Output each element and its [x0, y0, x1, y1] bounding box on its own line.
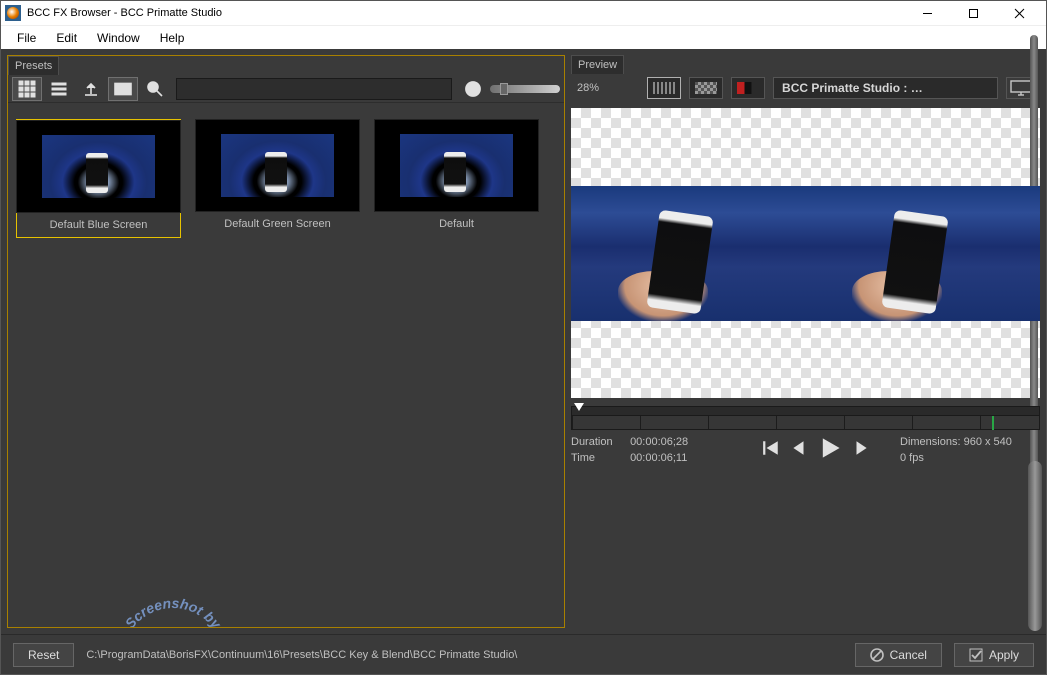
- transport-controls: [762, 436, 870, 460]
- preview-viewport[interactable]: [571, 108, 1040, 398]
- main-area: Presets: [1, 49, 1046, 634]
- duration-value: 00:00:06;28: [630, 436, 688, 448]
- presets-capture-button[interactable]: [108, 77, 138, 101]
- app-window: BCC FX Browser - BCC Primatte Studio Fil…: [0, 0, 1047, 675]
- preset-item[interactable]: Default Green Screen: [195, 119, 360, 238]
- preview-timeline: Duration 00:00:06;28 Time 00:00:06;11 Di…: [571, 406, 1040, 464]
- preview-info-row: Duration 00:00:06;28 Time 00:00:06;11 Di…: [571, 436, 1040, 464]
- preview-mode-split-button[interactable]: [731, 77, 765, 99]
- bottom-bar: Reset C:\ProgramData\BorisFX\Continuum\1…: [1, 634, 1046, 674]
- preset-thumbnail: [16, 120, 181, 213]
- presets-folder-up-button[interactable]: [76, 77, 106, 101]
- step-forward-button[interactable]: [852, 439, 870, 457]
- time-ruler[interactable]: [571, 416, 1040, 430]
- preview-effect-name[interactable]: BCC Primatte Studio : …: [773, 77, 998, 99]
- presets-panel: Presets: [7, 55, 565, 628]
- preset-label: Default: [435, 212, 478, 236]
- preview-clip: [571, 186, 806, 321]
- preview-mode-original-button[interactable]: [647, 77, 681, 99]
- preview-panel: Preview 28% BCC Primatte Studio : …: [571, 55, 1040, 628]
- step-back-button[interactable]: [790, 439, 808, 457]
- dimensions-value: Dimensions: 960 x 540: [900, 436, 1040, 448]
- preview-header: Preview: [571, 55, 624, 74]
- app-icon: [5, 5, 21, 21]
- presets-search-input[interactable]: [176, 78, 452, 100]
- preset-thumbnail: [195, 119, 360, 212]
- current-time-marker: [992, 416, 994, 430]
- presets-thumbnail-size-slider[interactable]: [490, 85, 560, 93]
- reset-button[interactable]: Reset: [13, 643, 74, 667]
- presets-header: Presets: [8, 56, 59, 75]
- preset-label: Default Green Screen: [220, 212, 334, 236]
- preset-thumbnail: [374, 119, 539, 212]
- preview-clip: [806, 186, 1041, 321]
- preview-before: [571, 108, 806, 398]
- preset-label: Default Blue Screen: [46, 213, 152, 237]
- presets-view-grid-button[interactable]: [12, 77, 42, 101]
- presets-clear-cancel-icon[interactable]: [458, 77, 488, 101]
- menubar: File Edit Window Help: [1, 25, 1046, 49]
- preview-after: [806, 108, 1041, 398]
- titlebar: BCC FX Browser - BCC Primatte Studio: [1, 1, 1046, 25]
- menu-file[interactable]: File: [7, 28, 46, 48]
- window-controls: [904, 1, 1042, 25]
- cancel-button[interactable]: Cancel: [855, 643, 942, 667]
- time-value: 00:00:06;11: [630, 452, 687, 464]
- menu-help[interactable]: Help: [150, 28, 195, 48]
- go-to-start-button[interactable]: [762, 439, 780, 457]
- minimize-button[interactable]: [904, 1, 950, 25]
- presets-grid: Default Blue Screen Default Green Screen…: [8, 103, 564, 627]
- menu-edit[interactable]: Edit: [46, 28, 87, 48]
- preview-time-info: Duration 00:00:06;28 Time 00:00:06;11: [571, 436, 731, 464]
- preview-dim-info: Dimensions: 960 x 540 0 fps: [900, 436, 1040, 464]
- menu-window[interactable]: Window: [87, 28, 150, 48]
- fps-value: 0 fps: [900, 452, 1040, 464]
- seek-bar[interactable]: [571, 406, 1040, 416]
- preset-item[interactable]: Default: [374, 119, 539, 238]
- window-title: BCC FX Browser - BCC Primatte Studio: [27, 7, 222, 19]
- time-label: Time: [571, 452, 627, 464]
- apply-button[interactable]: Apply: [954, 643, 1034, 667]
- svg-text:Screenshot by: Screenshot by: [122, 595, 225, 627]
- preset-item[interactable]: Default Blue Screen: [16, 119, 181, 238]
- preset-path: C:\ProgramData\BorisFX\Continuum\16\Pres…: [86, 649, 842, 661]
- presets-view-list-button[interactable]: [44, 77, 74, 101]
- close-button[interactable]: [996, 1, 1042, 25]
- presets-toolbar: [8, 75, 564, 103]
- play-button[interactable]: [818, 436, 842, 460]
- playhead-icon[interactable]: [574, 403, 584, 411]
- preview-mode-alpha-button[interactable]: [689, 77, 723, 99]
- presets-search-button[interactable]: [140, 77, 170, 101]
- maximize-button[interactable]: [950, 1, 996, 25]
- preview-scrollbar[interactable]: [1028, 461, 1042, 631]
- preview-zoom[interactable]: 28%: [575, 82, 601, 95]
- duration-label: Duration: [571, 436, 627, 448]
- slider-thumb[interactable]: [500, 83, 508, 95]
- watermark-screenshot-by: Screenshot by Ahadesign.eu: [108, 593, 238, 627]
- preview-toolbar: 28% BCC Primatte Studio : …: [571, 74, 1040, 102]
